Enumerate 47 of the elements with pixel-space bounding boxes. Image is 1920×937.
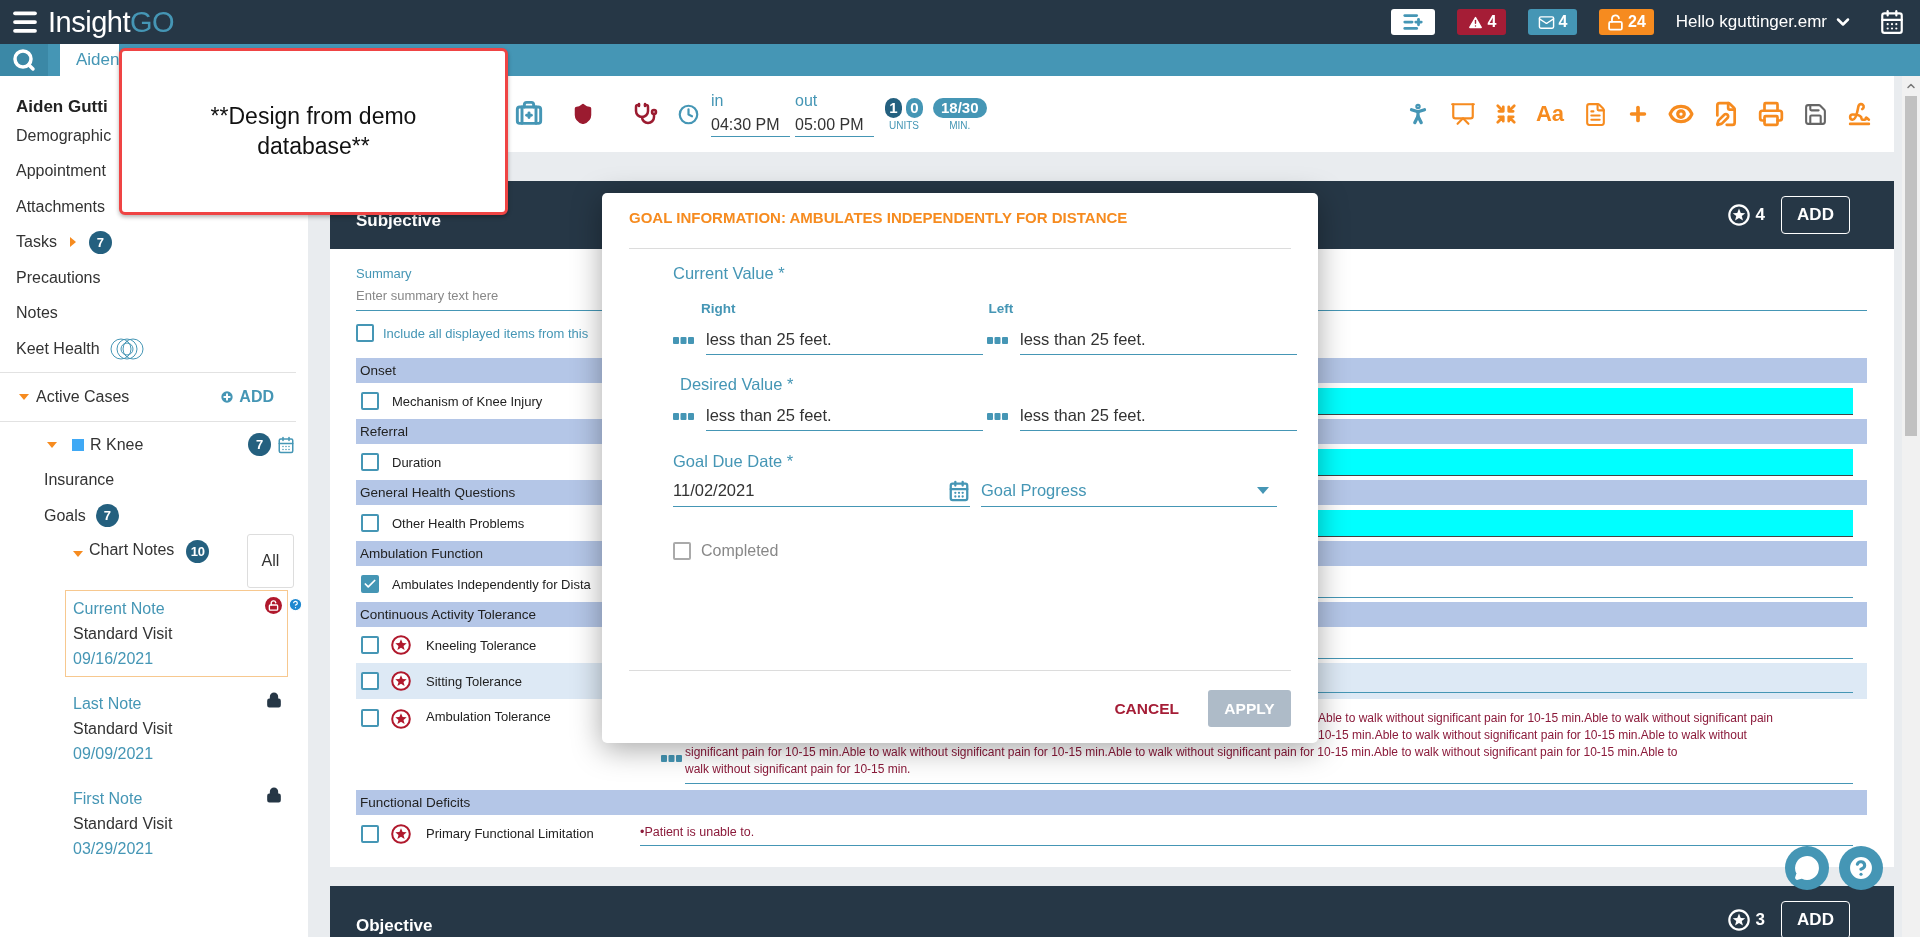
unit-count: 0	[906, 97, 923, 118]
item-label: Other Health Problems	[392, 515, 525, 531]
note-title: First Note	[73, 788, 143, 809]
note-type: Standard Visit	[73, 718, 173, 739]
note-text: significant pain for 10-15 min.Able to walk without significant pain for 10-15 min.Able to walk without significant pain for 10-15 min.Able to walk without significant pain for 10-15 min.Able to walk without significant pain for 10-15 min.	[685, 744, 1853, 784]
star-count: 4	[1755, 205, 1765, 225]
patient-name: Aiden Gutti	[16, 96, 108, 118]
minutes-label: MIN.	[949, 119, 971, 131]
unit-count: 1	[885, 97, 902, 118]
side-label: Right	[701, 300, 736, 318]
count-badge: 7	[248, 433, 271, 456]
count-badge: 10	[186, 539, 210, 563]
item-label: Kneeling Tolerance	[426, 637, 537, 653]
note-date: 09/16/2021	[73, 648, 154, 669]
app-logo: InsightGO	[48, 5, 175, 39]
item-label: Duration	[392, 454, 442, 470]
count-badge: 7	[95, 504, 119, 528]
item-label: Ambulation Tolerance	[426, 709, 551, 724]
include-label: Include all displayed items from this	[383, 325, 589, 341]
checkbox-label: Completed	[701, 542, 779, 560]
section-title: Objective	[356, 916, 433, 936]
annotation-note: **Design from demo database**	[119, 48, 508, 215]
note-title: Current Note	[73, 598, 165, 619]
note-text: Able to walk without significant pain for 10-15 min.Able to walk without significant pain	[1318, 710, 1773, 727]
item-label: Mechanism of Knee Injury	[392, 393, 543, 409]
star-count: 3	[1755, 910, 1765, 930]
note-title: Last Note	[73, 693, 142, 714]
minutes-count: 18/30	[933, 97, 987, 118]
time-label: out	[795, 91, 819, 111]
note-type: Standard Visit	[73, 623, 173, 644]
item-label: Ambulates Independently for Dista	[392, 576, 591, 592]
group-header: Functional Deficits	[356, 790, 1867, 815]
count-badge: 7	[88, 230, 112, 254]
note-text: 10-15 min.Able to walk without significant pain for 10-15 min.Able to walk without	[1318, 727, 1747, 744]
units-label: UNITS	[889, 119, 919, 131]
side-label: Left	[988, 300, 1014, 318]
note-text: •Patient is unable to.	[640, 825, 1853, 846]
summary-label: Summary	[356, 267, 412, 281]
item-label: Primary Functional Limitation	[426, 826, 594, 841]
note-date: 03/29/2021	[73, 838, 154, 859]
field-label: Current Value *	[673, 263, 785, 284]
field-label: Goal Due Date *	[673, 451, 794, 472]
item-label: Sitting Tolerance	[426, 673, 522, 689]
dialog-title: GOAL INFORMATION: AMBULATES INDEPENDENTLY FOR DISTANCE	[629, 208, 1129, 228]
time-label: in	[711, 91, 725, 111]
note-date: 09/09/2021	[73, 743, 154, 764]
note-type: Standard Visit	[73, 813, 173, 834]
